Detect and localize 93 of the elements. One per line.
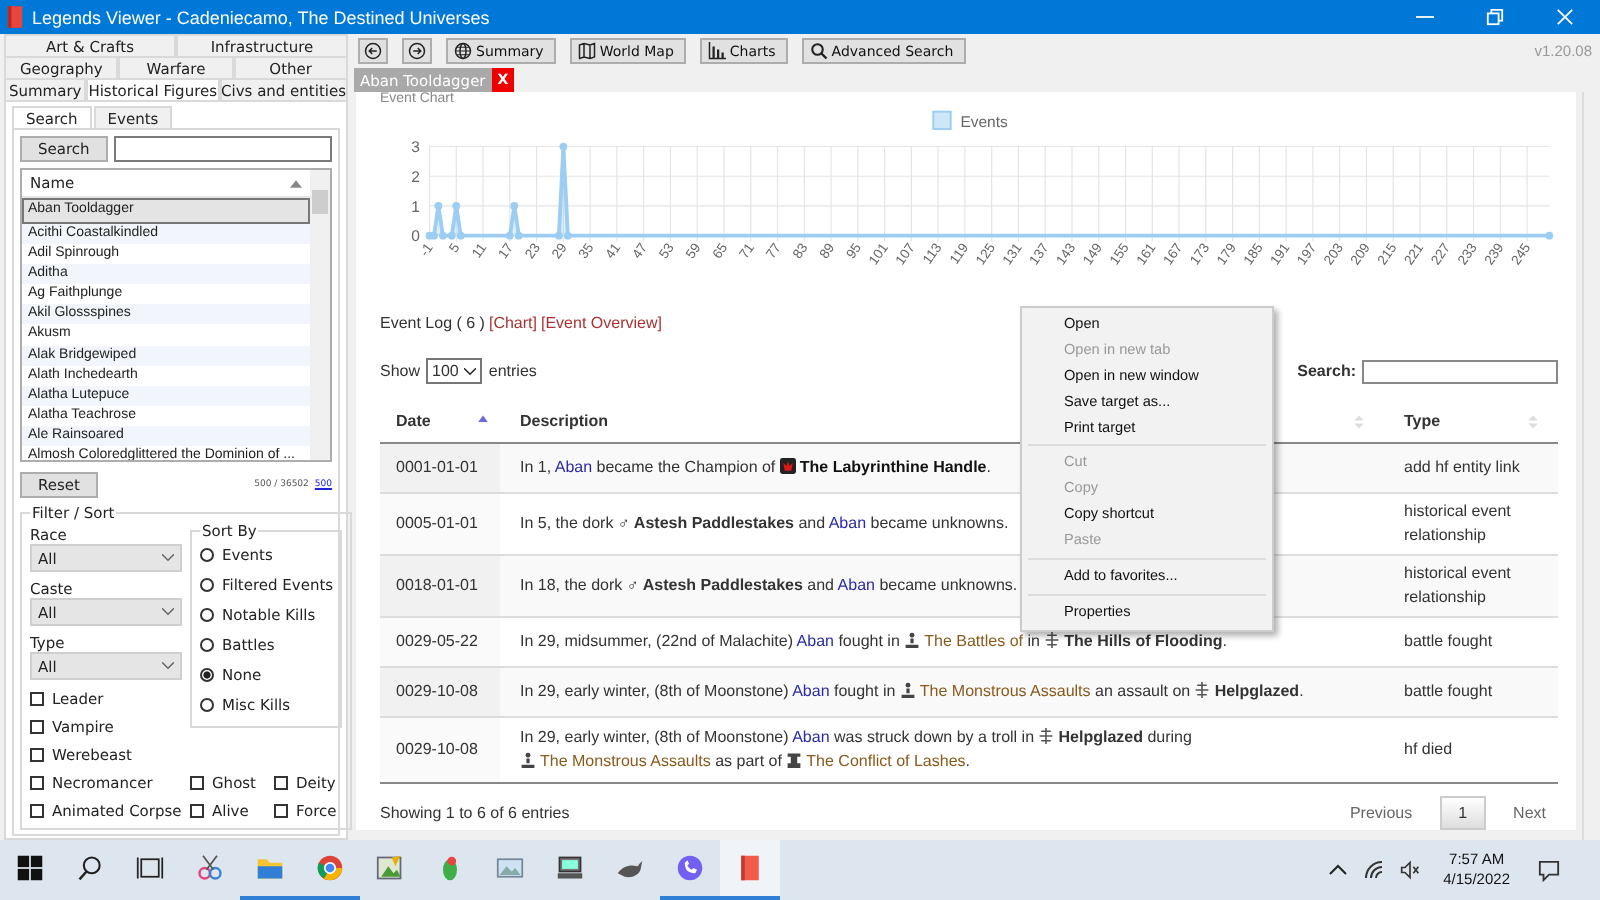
- map-icon: [577, 42, 596, 60]
- chart-point: [1545, 231, 1554, 240]
- figure-link[interactable]: Aban: [796, 632, 834, 650]
- caret-icon: [162, 554, 174, 562]
- close-icon[interactable]: [1556, 8, 1574, 26]
- scrollbar[interactable]: [310, 170, 330, 460]
- forward-arrow-icon: [408, 42, 426, 60]
- caret-icon: [464, 367, 477, 375]
- artifact-icon: [779, 458, 796, 474]
- caret-icon[interactable]: [1327, 860, 1348, 880]
- browser-icon[interactable]: [316, 854, 344, 882]
- chart-point: [559, 142, 568, 151]
- site-icon: [1044, 632, 1061, 648]
- forward-button[interactable]: [402, 38, 432, 64]
- back-arrow-icon: [364, 42, 382, 60]
- site-link[interactable]: The Hills of Flooding: [1044, 632, 1223, 650]
- statue-icon: [904, 632, 921, 648]
- axis-label: 1: [411, 197, 420, 216]
- description-cell: In 29, early winter, (8th of Moonstone) Aban fought in The Monstrous Assaults an assault on Helpglazed.: [500, 667, 1384, 717]
- site-link[interactable]: Helpglazed: [1194, 682, 1300, 700]
- caret-icon: [162, 662, 174, 670]
- sort-arrow-icon: [290, 179, 302, 187]
- caret-icon: [162, 608, 174, 616]
- table-cell: battle fought: [1384, 667, 1558, 717]
- table-info: Showing 1 to 6 of 6 entries: [380, 804, 570, 822]
- figure-link[interactable]: Aban: [837, 576, 875, 594]
- axis-label: 0: [411, 227, 420, 246]
- figure-link[interactable]: Aban: [554, 458, 593, 476]
- field-label: Search:: [1297, 362, 1356, 380]
- table-cell: 0029-10-08: [380, 717, 500, 783]
- table-cell: hf died: [1384, 717, 1558, 783]
- search-icon: [809, 42, 828, 60]
- table-cell: historical event relationship: [1384, 555, 1558, 617]
- figure-link[interactable]: Aban: [828, 514, 867, 532]
- artifact-link[interactable]: The Labyrinthine Handle: [779, 458, 987, 476]
- statue-icon: [899, 682, 916, 698]
- figure-link[interactable]: ♂ Astesh Paddlestakes: [626, 576, 803, 594]
- site-icon: [1194, 682, 1211, 698]
- chart-point: [452, 202, 461, 210]
- section-link[interactable]: [Chart]: [488, 314, 537, 332]
- legend-label: Events: [960, 113, 1009, 132]
- table-cell: 0029-10-08: [380, 667, 500, 717]
- battle-link[interactable]: The Monstrous Assaults: [899, 682, 1091, 700]
- chart-legend: Events: [932, 110, 1008, 132]
- folder-icon[interactable]: [256, 854, 284, 882]
- paint-icon[interactable]: [376, 854, 404, 882]
- description-cell: In 29, early winter, (8th of Moonstone) Aban was struck down by a troll in Helpglazed during The Monstrous Assaults as part of The Conflict of Lashes.: [500, 717, 1384, 783]
- task-view-icon[interactable]: [136, 854, 164, 882]
- window-title: Legends Viewer - Cadeniecamo, The Destined Universes: [32, 7, 490, 27]
- figure-link[interactable]: Aban: [792, 682, 830, 700]
- site-link[interactable]: Helpglazed: [1038, 728, 1143, 746]
- field-label: entries: [488, 362, 537, 380]
- table-search-field[interactable]: [1362, 359, 1558, 383]
- chart-point: [510, 202, 519, 210]
- statue-icon: [520, 752, 536, 768]
- chart-point: [434, 202, 443, 210]
- axis-label: 3: [411, 138, 420, 157]
- notification-icon[interactable]: [1538, 859, 1560, 881]
- search-icon[interactable]: [76, 854, 104, 882]
- page-button[interactable]: 1: [1440, 796, 1486, 830]
- battle-link[interactable]: The Monstrous Assaults: [520, 752, 711, 770]
- next-link[interactable]: Next: [1501, 804, 1558, 822]
- section-title: Event Log ( 6 ): [380, 314, 485, 332]
- restore-icon[interactable]: [1486, 8, 1504, 26]
- figure-link[interactable]: ♂ Astesh Paddlestakes: [617, 514, 794, 532]
- figure-link[interactable]: Aban: [792, 728, 830, 746]
- section-link[interactable]: [Event Overview]: [541, 314, 662, 332]
- table-cell: 0005-01-01: [380, 493, 500, 555]
- table-cell: 0001-01-01: [380, 443, 500, 493]
- scissors-icon[interactable]: [196, 854, 224, 882]
- phone-icon[interactable]: [676, 854, 704, 882]
- field-label: Show: [380, 362, 421, 380]
- book-icon: [6, 6, 24, 28]
- bar-chart-icon: [707, 42, 726, 60]
- table-cell: 0029-05-22: [380, 617, 500, 667]
- war-link[interactable]: The Conflict of Lashes: [786, 752, 966, 770]
- site-icon: [1038, 728, 1055, 744]
- computer-icon[interactable]: [556, 854, 584, 882]
- start-icon[interactable]: [16, 854, 44, 882]
- wifi-icon[interactable]: [1363, 860, 1384, 880]
- battle-link[interactable]: The Battles of: [904, 632, 1023, 650]
- tower-icon: [786, 752, 803, 768]
- book-icon[interactable]: [736, 854, 764, 882]
- search-field[interactable]: [113, 136, 332, 162]
- table-cell: add hf entity link: [1384, 443, 1558, 493]
- previous-link[interactable]: Previous: [1337, 804, 1425, 822]
- back-button[interactable]: [358, 38, 388, 64]
- page-size-select[interactable]: 100: [426, 358, 483, 384]
- photo-icon[interactable]: [496, 854, 524, 882]
- table-cell: 0018-01-01: [380, 555, 500, 617]
- volume-muted-icon[interactable]: [1399, 860, 1420, 880]
- globe-icon: [454, 42, 472, 60]
- axis-label: 2: [411, 168, 420, 186]
